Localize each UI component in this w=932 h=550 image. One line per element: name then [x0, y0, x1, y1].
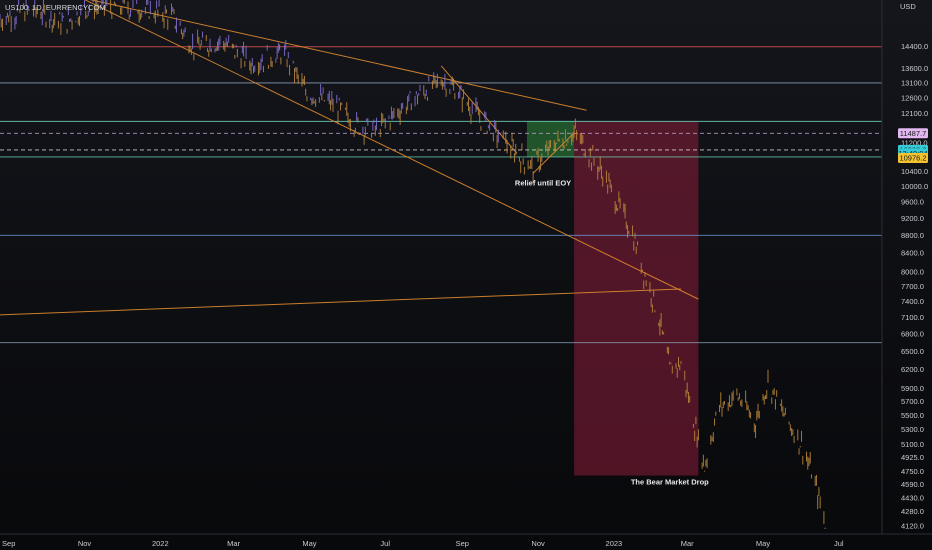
chart-annotation: The Bear Market Drop	[631, 478, 709, 487]
y-tick-label: 5700.0	[901, 397, 924, 406]
x-tick-label: Sep	[2, 539, 15, 548]
x-tick-label: May	[302, 539, 316, 548]
y-tick-label: 6800.0	[901, 330, 924, 339]
price-chart[interactable]: Relief until EOY The Bear Market Drop 144…	[0, 0, 932, 550]
y-tick-label: 8000.0	[901, 267, 924, 276]
y-tick-label: 12600.0	[901, 93, 928, 102]
price-tag-text: 10976.2	[899, 154, 926, 163]
y-tick-label: 12100.0	[901, 109, 928, 118]
x-tick-label: May	[756, 539, 770, 548]
x-tick-label: Sep	[456, 539, 469, 548]
y-tick-label: 5100.0	[901, 440, 924, 449]
y-tick-label: 5500.0	[901, 411, 924, 420]
y-tick-label: 5900.0	[901, 384, 924, 393]
currency-label: USD	[900, 2, 916, 11]
x-tick-label: Nov	[531, 539, 545, 548]
y-tick-label: 7400.0	[901, 297, 924, 306]
x-tick-labels: Sep Nov 2022 Mar May Jul Sep Nov 2023 Mar May Jul	[2, 539, 844, 548]
zones	[526, 121, 699, 476]
y-tick-label: 14400.0	[901, 42, 928, 51]
y-tick-label: 4925.0	[901, 453, 924, 462]
y-tick-label: 4120.0	[901, 522, 924, 531]
y-tick-label: 5300.0	[901, 425, 924, 434]
price-bars	[0, 0, 826, 530]
x-tick-label: Jul	[380, 539, 390, 548]
axes	[0, 0, 932, 535]
y-tick-label: 6200.0	[901, 365, 924, 374]
chart-annotation: Relief until EOY	[515, 179, 571, 188]
x-tick-label: 2022	[152, 539, 169, 548]
chart-panel[interactable]: Relief until EOY The Bear Market Drop 144…	[0, 0, 932, 550]
y-tick-label: 10000.0	[901, 182, 928, 191]
y-tick-label: 7100.0	[901, 313, 924, 322]
price-tags: 11487.710998.213:49:0410976.2	[898, 128, 928, 163]
y-tick-label: 4280.0	[901, 507, 924, 516]
y-tick-label: 10400.0	[901, 167, 928, 176]
y-tick-label: 6500.0	[901, 347, 924, 356]
y-tick-label: 13100.0	[901, 78, 928, 87]
bear-market-zone	[574, 121, 699, 476]
y-tick-label: 4430.0	[901, 494, 924, 503]
price-tag-text: 11487.7	[900, 129, 927, 138]
y-tick-label: 4590.0	[901, 480, 924, 489]
x-tick-label: Nov	[78, 539, 92, 548]
x-tick-label: Mar	[681, 539, 694, 548]
y-tick-label: 9600.0	[901, 198, 924, 207]
y-tick-label: 9200.0	[901, 214, 924, 223]
symbol-label: US100, 1D, EURRENCYCOM	[5, 3, 105, 12]
y-tick-label: 13600.0	[901, 64, 928, 73]
y-tick-label: 8400.0	[901, 249, 924, 258]
x-tick-label: Jul	[834, 539, 844, 548]
y-tick-labels: 14400.013600.013100.012600.012100.011200…	[901, 42, 928, 530]
x-tick-label: Mar	[227, 539, 240, 548]
y-tick-label: 7700.0	[901, 282, 924, 291]
x-tick-label: 2023	[606, 539, 623, 548]
y-tick-label: 4750.0	[901, 467, 924, 476]
y-tick-label: 8800.0	[901, 231, 924, 240]
